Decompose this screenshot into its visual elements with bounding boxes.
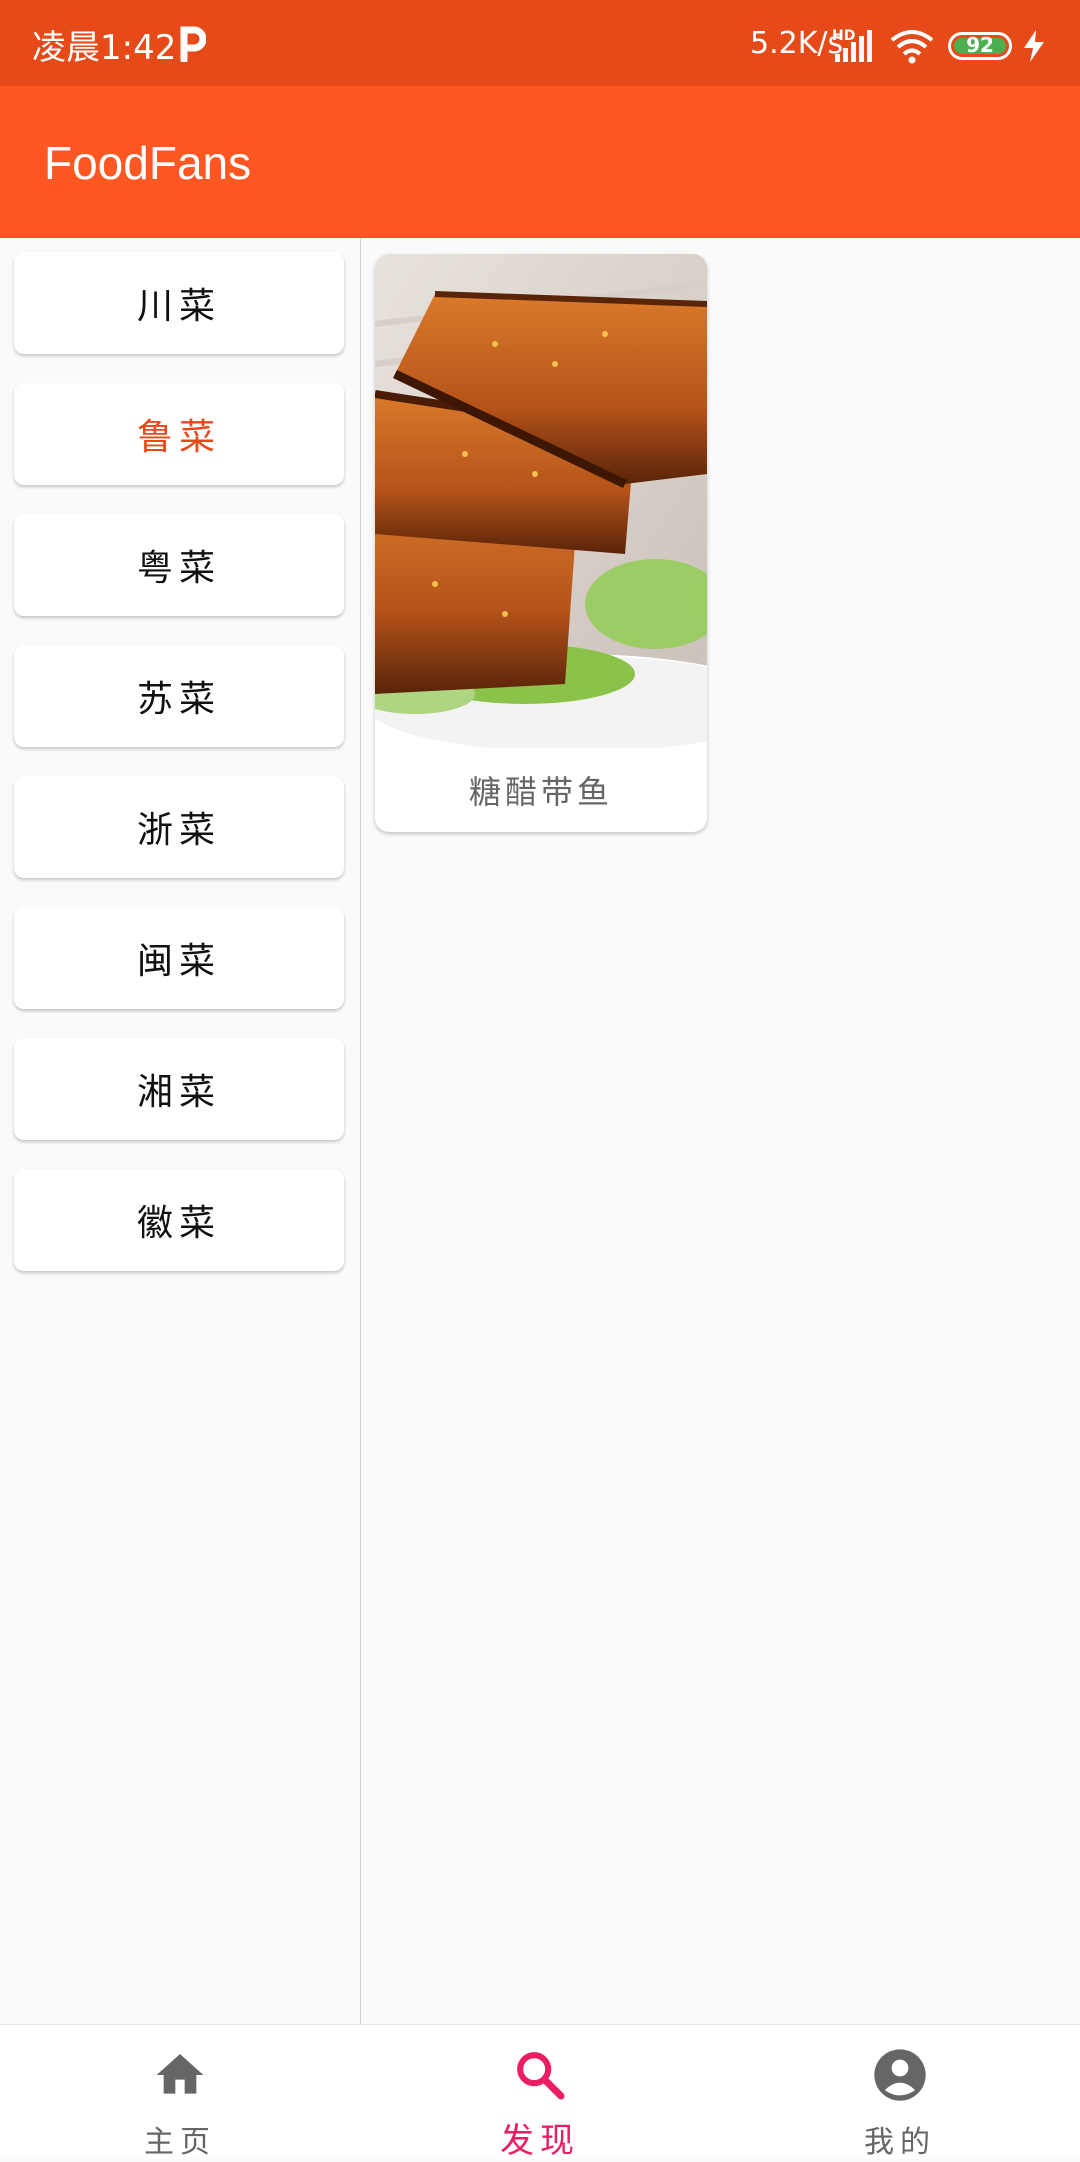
category-label: 浙菜 <box>136 810 221 851</box>
nav-mine[interactable]: 我的 <box>720 2025 1080 2160</box>
dish-image <box>375 254 707 748</box>
category-item-chuan[interactable]: 川菜 <box>14 252 344 354</box>
charging-bolt-icon <box>1024 30 1044 62</box>
net-speed: 5.2K/s <box>750 26 844 61</box>
category-item-yue[interactable]: 粤菜 <box>14 514 344 616</box>
nav-mine-label: 我的 <box>864 2125 936 2160</box>
category-label: 湘菜 <box>136 1072 221 1113</box>
category-item-su[interactable]: 苏菜 <box>14 645 344 747</box>
app-title: FoodFans <box>44 137 252 189</box>
category-label: 闽菜 <box>136 941 221 982</box>
category-item-hui[interactable]: 徽菜 <box>14 1169 344 1271</box>
bottom-navigation: 主页 发现 我的 <box>0 2024 1080 2161</box>
dish-grid: 糖醋带鱼 <box>361 238 1080 2024</box>
category-item-zhe[interactable]: 浙菜 <box>14 776 344 878</box>
nav-discover-label: 发现 <box>500 2121 580 2161</box>
category-label: 鲁菜 <box>136 417 221 458</box>
category-label: 粤菜 <box>136 548 221 589</box>
search-icon <box>517 2052 565 2100</box>
wifi-icon <box>890 30 934 64</box>
category-item-lu[interactable]: 鲁菜 <box>14 383 344 485</box>
home-icon <box>156 2054 204 2094</box>
status-bar: 凌晨1:42 5.2K/s HD 92 <box>0 0 1080 86</box>
signal-icon <box>835 30 872 62</box>
battery-level: 92 <box>966 33 994 57</box>
category-label: 苏菜 <box>136 679 221 720</box>
dish-name: 糖醋带鱼 <box>468 773 613 811</box>
account-icon <box>874 2049 926 2101</box>
status-time: 凌晨1:42 <box>32 28 177 68</box>
nav-discover[interactable]: 发现 <box>360 2025 720 2161</box>
category-item-min[interactable]: 闽菜 <box>14 907 344 1009</box>
category-item-xiang[interactable]: 湘菜 <box>14 1038 344 1140</box>
category-label: 徽菜 <box>136 1203 221 1244</box>
nav-home[interactable]: 主页 <box>0 2025 360 2160</box>
category-label: 川菜 <box>136 286 221 327</box>
nav-home-label: 主页 <box>144 2125 216 2160</box>
dish-card[interactable]: 糖醋带鱼 <box>375 254 707 832</box>
p-app-icon <box>180 26 206 62</box>
category-sidebar: 川菜 鲁菜 粤菜 苏菜 浙菜 闽菜 湘菜 徽菜 <box>0 238 361 2024</box>
battery-icon: 92 <box>948 32 1012 60</box>
app-bar: FoodFans <box>0 86 1080 238</box>
